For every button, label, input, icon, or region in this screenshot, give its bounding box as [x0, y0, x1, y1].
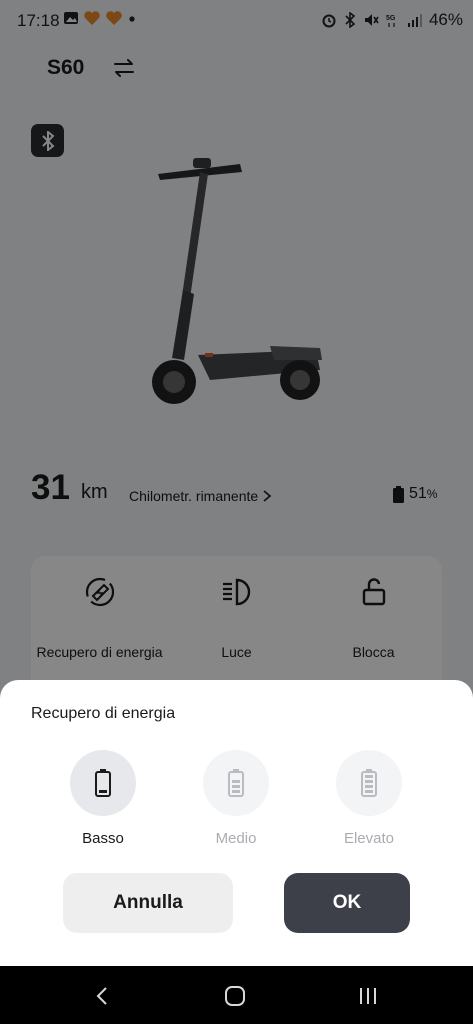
option-basso-circle: [70, 750, 136, 816]
sheet-title: Recupero di energia: [31, 705, 176, 722]
option-medio-circle: [203, 750, 269, 816]
option-elevato-circle: [336, 750, 402, 816]
home-icon[interactable]: [222, 983, 248, 1009]
option-medio-label: Medio: [215, 830, 257, 847]
system-nav-bar: [0, 966, 473, 1024]
back-icon[interactable]: [90, 983, 116, 1009]
battery-high-icon: [361, 769, 377, 797]
option-medio[interactable]: Medio: [181, 750, 291, 860]
energy-recovery-sheet: Recupero di energia Basso Medio Elevato …: [0, 680, 473, 966]
option-basso[interactable]: Basso: [48, 750, 158, 860]
option-basso-label: Basso: [82, 830, 124, 847]
option-elevato[interactable]: Elevato: [314, 750, 424, 860]
option-elevato-label: Elevato: [343, 830, 395, 847]
app-screen: 17:18 5G 46% S60 31 km Chilometr. rimane…: [0, 0, 473, 1024]
cancel-button[interactable]: Annulla: [63, 873, 233, 933]
ok-button[interactable]: OK: [284, 873, 410, 933]
recent-apps-icon[interactable]: [355, 983, 381, 1009]
battery-low-icon: [95, 769, 111, 797]
battery-medium-icon: [228, 769, 244, 797]
